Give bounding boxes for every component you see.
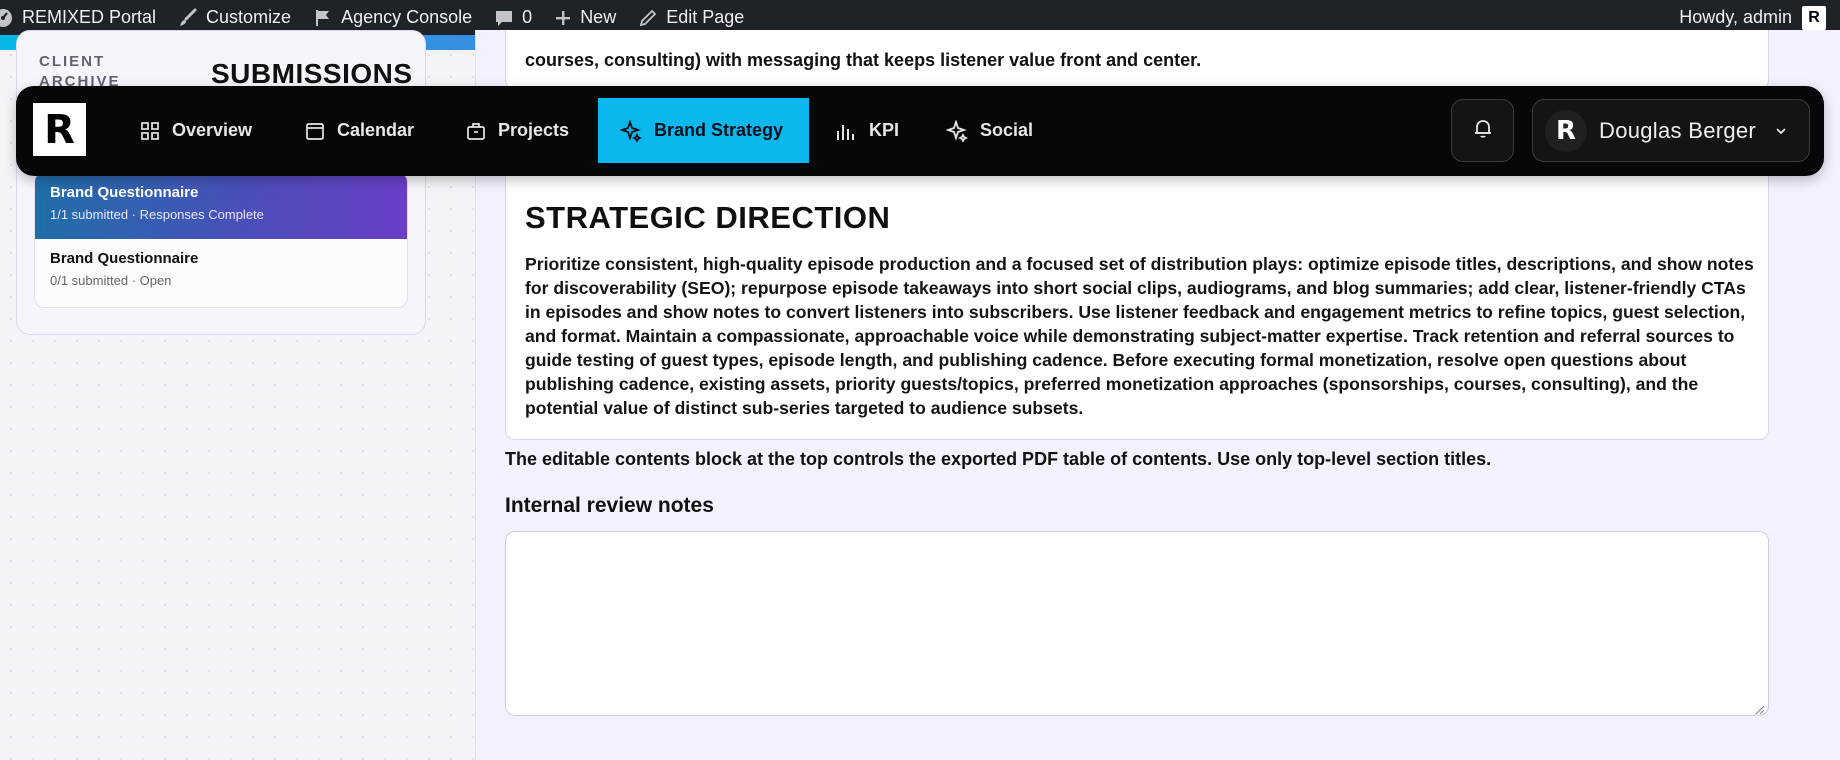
review-notes-label: Internal review notes (505, 494, 714, 517)
calendar-icon (305, 121, 325, 141)
paintbrush-icon (178, 8, 198, 28)
user-name: Douglas Berger (1599, 117, 1757, 143)
submission-title: Brand Questionnaire (50, 184, 199, 201)
howdy-label: Howdy, admin (1679, 7, 1792, 27)
nav-social-label: Social (980, 120, 1034, 140)
admin-comments-link[interactable]: 0 (494, 7, 532, 28)
edit-page-label: Edit Page (666, 7, 745, 27)
toc-note: The editable contents block at the top c… (505, 449, 1492, 469)
submission-status: 0/1 submitted · Open (50, 273, 172, 288)
agency-console-label: Agency Console (341, 7, 473, 27)
strategic-direction-body: Prioritize consistent, high-quality epis… (525, 254, 1754, 418)
nav-brand-strategy[interactable]: Brand Strategy (598, 98, 809, 163)
nav-calendar-label: Calendar (337, 120, 415, 140)
nav-calendar[interactable]: Calendar (283, 98, 436, 163)
nav-overview[interactable]: Overview (118, 98, 274, 163)
submission-status: 1/1 submitted · Responses Complete (50, 207, 264, 222)
comments-count: 0 (522, 7, 533, 27)
review-notes-textarea[interactable] (505, 531, 1769, 716)
user-avatar: R (1545, 109, 1587, 152)
dashboard-gauge-icon (0, 7, 14, 29)
previous-section-text: courses, consulting) with messaging that… (525, 50, 1202, 70)
user-menu-button[interactable]: R Douglas Berger (1532, 99, 1810, 162)
admin-customize-link[interactable]: Customize (178, 7, 291, 28)
brand-logo[interactable]: R (33, 103, 86, 156)
briefcase-icon (466, 121, 486, 141)
nav-social[interactable]: Social (924, 98, 1055, 163)
grid-icon (140, 121, 160, 141)
nav-brand-strategy-label: Brand Strategy (654, 120, 784, 140)
chevron-down-icon (1775, 124, 1787, 142)
admin-avatar: R (1802, 5, 1826, 30)
submissions-list: Brand Questionnaire 1/1 submitted · Resp… (34, 172, 408, 308)
notifications-button[interactable] (1451, 99, 1514, 162)
admin-agency-console-link[interactable]: Agency Console (313, 7, 472, 28)
nav-kpi-label: KPI (869, 120, 900, 140)
bell-icon (1471, 116, 1495, 145)
site-name: REMIXED Portal (22, 7, 157, 27)
admin-edit-page-link[interactable]: Edit Page (638, 7, 744, 28)
pencil-icon (638, 8, 658, 28)
nav-overview-label: Overview (172, 120, 253, 140)
comment-bubble-icon (494, 8, 514, 28)
nav-projects[interactable]: Projects (444, 98, 591, 163)
textarea-resize-grip[interactable] (1755, 702, 1765, 720)
nav-projects-label: Projects (498, 120, 570, 140)
submission-title: Brand Questionnaire (50, 250, 199, 267)
plus-icon (554, 9, 572, 27)
submission-item[interactable]: Brand Questionnaire 1/1 submitted · Resp… (35, 173, 407, 239)
flag-icon (313, 8, 333, 28)
nav-kpi[interactable]: KPI (813, 98, 921, 163)
sparkle-icon (946, 119, 968, 142)
strategic-direction-heading: STRATEGIC DIRECTION (525, 200, 891, 235)
bar-chart-icon (835, 121, 857, 141)
admin-site-menu[interactable]: REMIXED Portal (0, 7, 156, 29)
new-label: New (580, 7, 617, 27)
submission-item[interactable]: Brand Questionnaire 0/1 submitted · Open (35, 239, 407, 305)
sparkle-icon (620, 119, 642, 142)
customize-label: Customize (206, 7, 292, 27)
admin-new-link[interactable]: New (554, 7, 616, 28)
